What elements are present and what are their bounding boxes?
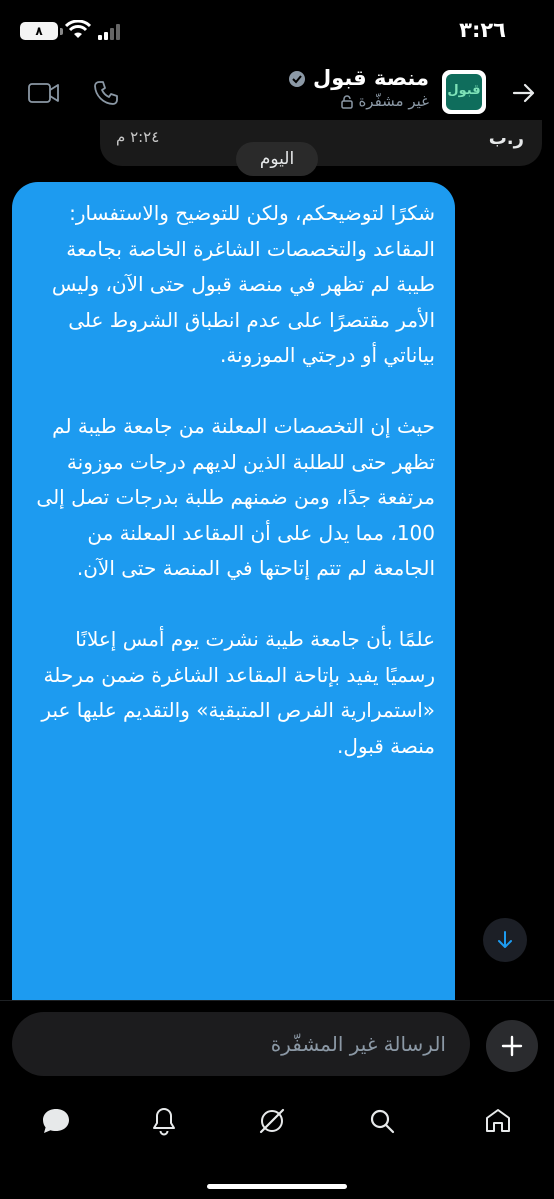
bell-icon [153, 1108, 175, 1136]
chat-icon [43, 1109, 69, 1133]
unlocked-icon [340, 94, 353, 109]
bottom-navigation [0, 1095, 554, 1145]
home-indicator[interactable] [207, 1184, 347, 1189]
video-call-icon[interactable] [28, 82, 60, 104]
composer-divider [0, 1000, 554, 1001]
home-icon [486, 1109, 510, 1132]
conversation-title-block[interactable]: منصة قبول غير مشفّرة [284, 66, 429, 110]
conversation-title: منصة قبول [284, 66, 429, 90]
encryption-status: غير مشفّرة [284, 92, 429, 110]
clock: ٣:٢٦ [459, 18, 506, 42]
message-input[interactable] [12, 1012, 470, 1076]
scroll-to-bottom-button[interactable] [483, 918, 527, 962]
date-separator: اليوم [236, 142, 318, 176]
message-timestamp: ٢:٢٤ م [116, 128, 160, 146]
nav-messages[interactable] [36, 1101, 76, 1141]
add-attachment-button[interactable] [486, 1020, 538, 1072]
status-bar: ٣:٢٦ ٨ [0, 0, 554, 56]
message-bubble[interactable]: شكرًا لتوضيحكم، ولكن للتوضيح والاستفسار:… [12, 182, 455, 1000]
conversation-name: منصة قبول [312, 66, 429, 90]
cellular-signal-icon [98, 24, 120, 40]
previous-message-text: ر.ب [488, 128, 524, 149]
encryption-status-label: غير مشفّرة [358, 92, 429, 110]
nav-grok[interactable] [252, 1101, 292, 1141]
nav-notifications[interactable] [144, 1101, 184, 1141]
avatar-logo-text: قبول [447, 83, 481, 98]
previous-message-bubble[interactable]: ر.ب ٢:٢٤ م [100, 120, 542, 166]
phone-icon[interactable] [92, 79, 120, 107]
arrow-down-icon [498, 931, 512, 948]
grok-icon [259, 1108, 285, 1134]
battery-icon: ٨ [20, 22, 63, 40]
avatar[interactable]: قبول [442, 70, 486, 114]
plus-icon [501, 1035, 523, 1057]
verified-badge-icon [288, 71, 305, 87]
wifi-icon [65, 20, 91, 38]
message-text: شكرًا لتوضيحكم، ولكن للتوضيح والاستفسار:… [36, 201, 435, 758]
back-arrow-icon[interactable] [512, 82, 536, 104]
search-icon [370, 1109, 395, 1134]
nav-home[interactable] [478, 1101, 518, 1141]
nav-search[interactable] [362, 1101, 402, 1141]
